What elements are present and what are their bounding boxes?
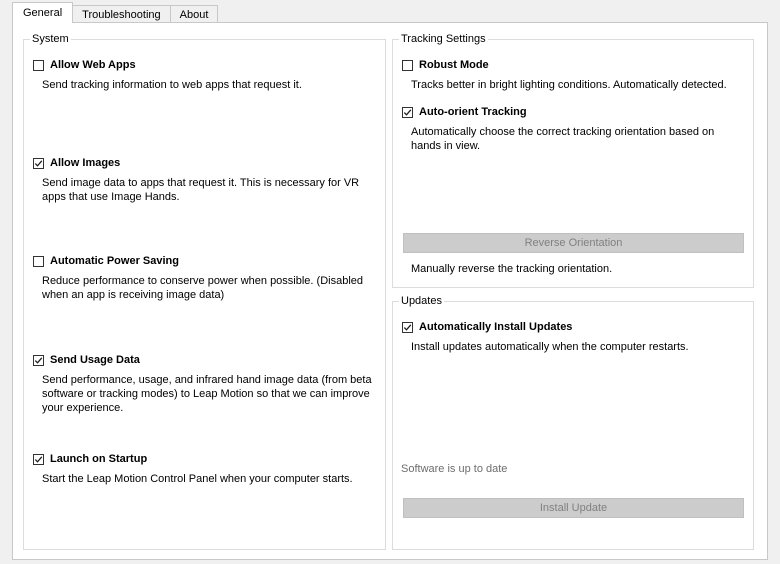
checkmark-icon (403, 323, 412, 331)
auto-orient-tracking-description: Automatically choose the correct trackin… (411, 126, 715, 152)
tracking-settings-group: Tracking Settings Robust Mode Tracks bet… (392, 32, 754, 288)
automatically-install-updates-label[interactable]: Automatically Install Updates (419, 321, 572, 333)
option-automatically-install-updates: Automatically Install Updates Install up… (402, 319, 745, 354)
automatically-install-updates-checkbox[interactable] (402, 321, 413, 333)
auto-orient-tracking-label[interactable]: Auto-orient Tracking (419, 106, 527, 118)
option-auto-orient-tracking: Auto-orient Tracking Automatically choos… (402, 104, 745, 153)
update-status-text: Software is up to date (401, 463, 508, 475)
launch-on-startup-checkbox[interactable] (33, 453, 44, 465)
robust-mode-checkbox-row[interactable]: Robust Mode (402, 57, 745, 73)
tab-about[interactable]: About (169, 5, 219, 23)
automatic-power-saving-checkbox-row[interactable]: Automatic Power Saving (33, 253, 377, 269)
send-usage-data-checkbox-row[interactable]: Send Usage Data (33, 352, 377, 368)
automatically-install-updates-checkbox-row[interactable]: Automatically Install Updates (402, 319, 745, 335)
reverse-orientation-description: Manually reverse the tracking orientatio… (411, 263, 613, 275)
option-send-usage-data: Send Usage Data Send performance, usage,… (33, 352, 377, 415)
updates-group: Updates Automatically Install Updates In… (392, 294, 754, 550)
checkmark-icon (403, 108, 412, 116)
checkmark-icon (34, 455, 43, 463)
send-usage-data-checkbox[interactable] (33, 354, 44, 366)
allow-images-label[interactable]: Allow Images (50, 157, 120, 169)
launch-on-startup-label[interactable]: Launch on Startup (50, 453, 147, 465)
allow-images-checkbox-row[interactable]: Allow Images (33, 155, 377, 171)
general-tab-page: System Allow Web Apps Send tracking info… (12, 22, 768, 560)
allow-images-description: Send image data to apps that request it.… (42, 177, 360, 203)
auto-orient-tracking-checkbox[interactable] (402, 106, 413, 118)
option-launch-on-startup: Launch on Startup Start the Leap Motion … (33, 451, 377, 486)
option-allow-images: Allow Images Send image data to apps tha… (33, 155, 377, 204)
option-automatic-power-saving: Automatic Power Saving Reduce performanc… (33, 253, 377, 302)
allow-web-apps-label[interactable]: Allow Web Apps (50, 59, 136, 71)
install-update-button[interactable]: Install Update (403, 498, 744, 518)
checkmark-icon (34, 159, 43, 167)
option-robust-mode: Robust Mode Tracks better in bright ligh… (402, 57, 745, 92)
auto-orient-tracking-checkbox-row[interactable]: Auto-orient Tracking (402, 104, 745, 120)
automatic-power-saving-label[interactable]: Automatic Power Saving (50, 255, 179, 267)
robust-mode-description: Tracks better in bright lighting conditi… (411, 79, 727, 91)
checkmark-icon (34, 356, 43, 364)
automatically-install-updates-description: Install updates automatically when the c… (411, 341, 689, 353)
system-group: System Allow Web Apps Send tracking info… (23, 32, 386, 550)
launch-on-startup-description: Start the Leap Motion Control Panel when… (42, 473, 353, 485)
automatic-power-saving-description: Reduce performance to conserve power whe… (42, 275, 364, 301)
tab-general[interactable]: General (12, 2, 74, 23)
allow-web-apps-checkbox[interactable] (33, 59, 44, 71)
send-usage-data-label[interactable]: Send Usage Data (50, 354, 140, 366)
launch-on-startup-checkbox-row[interactable]: Launch on Startup (33, 451, 377, 467)
reverse-orientation-button[interactable]: Reverse Orientation (403, 233, 744, 253)
tracking-settings-group-title: Tracking Settings (399, 32, 488, 46)
allow-images-checkbox[interactable] (33, 157, 44, 169)
robust-mode-label[interactable]: Robust Mode (419, 59, 489, 71)
tab-troubleshooting[interactable]: Troubleshooting (72, 5, 171, 23)
system-group-title: System (30, 32, 71, 46)
option-allow-web-apps: Allow Web Apps Send tracking information… (33, 57, 377, 92)
robust-mode-checkbox[interactable] (402, 59, 413, 71)
allow-web-apps-description: Send tracking information to web apps th… (42, 79, 302, 91)
automatic-power-saving-checkbox[interactable] (33, 255, 44, 267)
updates-group-title: Updates (399, 294, 444, 308)
send-usage-data-description: Send performance, usage, and infrared ha… (42, 374, 372, 414)
tab-strip: General Troubleshooting About (12, 2, 219, 23)
allow-web-apps-checkbox-row[interactable]: Allow Web Apps (33, 57, 377, 73)
